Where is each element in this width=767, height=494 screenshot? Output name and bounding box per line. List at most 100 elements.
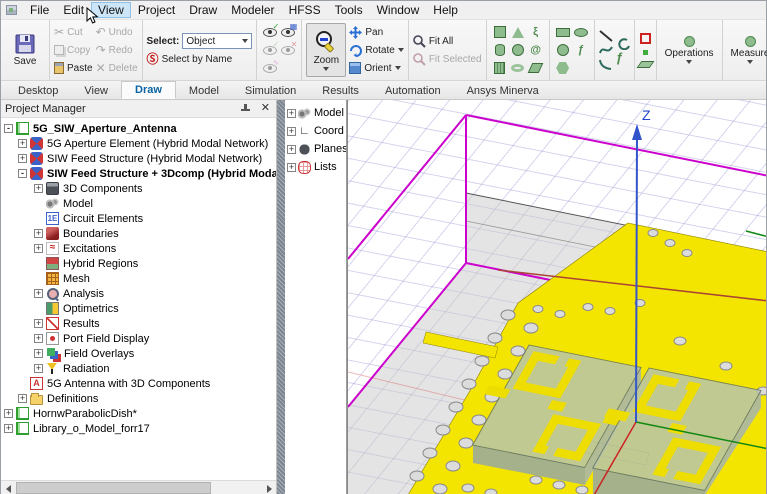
show-visibility-icon[interactable]: ✓ [263, 28, 277, 37]
show-selected-icon[interactable]: ✓ [263, 46, 277, 55]
cut-button[interactable]: ✂Cut [54, 24, 93, 41]
tree-item-excitations[interactable]: +Excitations [1, 241, 276, 256]
tree-item-5g-antenna-report[interactable]: 5G Antenna with 3D Components [1, 376, 276, 391]
tree-item-model[interactable]: Model [1, 196, 276, 211]
draw-sweep-icon[interactable] [528, 63, 544, 73]
tree-item-radiation[interactable]: +Radiation [1, 361, 276, 376]
tab-view[interactable]: View [71, 83, 121, 99]
draw-regular-polyhedron-icon[interactable] [494, 62, 505, 74]
create-plane-icon[interactable] [636, 61, 654, 68]
undo-button[interactable]: ↶Undo [96, 24, 138, 41]
expander[interactable]: + [34, 229, 43, 238]
tab-automation[interactable]: Automation [372, 83, 454, 99]
menu-modeler[interactable]: Modeler [224, 2, 281, 18]
draw-circle-icon[interactable] [557, 44, 569, 56]
draw-cylinder-icon[interactable] [495, 44, 505, 56]
operations-button[interactable]: Operations [661, 36, 718, 64]
menu-edit[interactable]: Edit [56, 2, 91, 18]
expander[interactable]: + [4, 409, 13, 418]
tree-item-hybrid-regions[interactable]: Hybrid Regions [1, 256, 276, 271]
tree-item-results[interactable]: +Results [1, 316, 276, 331]
tab-ansys-minerva[interactable]: Ansys Minerva [454, 83, 552, 99]
draw-spline-icon[interactable] [599, 44, 613, 56]
tree-item-circuit-elements[interactable]: Circuit Elements [1, 211, 276, 226]
draw-regular-polygon-icon[interactable] [556, 62, 569, 74]
expander[interactable]: + [34, 334, 43, 343]
menu-draw[interactable]: Draw [182, 2, 224, 18]
expander[interactable]: + [34, 289, 43, 298]
select-mode-dropdown[interactable]: Object [182, 33, 252, 49]
tab-results[interactable]: Results [309, 83, 372, 99]
redo-button[interactable]: ↷Redo [96, 42, 138, 59]
draw-torus-icon[interactable] [511, 64, 524, 72]
hide-selected-icon[interactable]: ✕ [281, 46, 295, 55]
paste-button[interactable]: Paste [54, 60, 93, 77]
tree-item-optimetrics[interactable]: Optimetrics [1, 301, 276, 316]
draw-arc-icon[interactable] [599, 58, 613, 70]
menu-file[interactable]: File [23, 2, 56, 18]
measure-button[interactable]: Measure [727, 36, 767, 64]
expander[interactable]: + [34, 349, 43, 358]
expander[interactable]: + [34, 364, 43, 373]
draw-spiral-icon[interactable]: @ [530, 45, 541, 56]
tree-item-field-overlays[interactable]: +Field Overlays [1, 346, 276, 361]
visibility-dialog-icon[interactable]: ▦ [281, 28, 295, 37]
draw-sphere-icon[interactable] [512, 44, 524, 56]
tree-item-project[interactable]: -5G_SIW_Aperture_Antenna [1, 121, 276, 136]
hide-visibility-icon[interactable]: ∿ [263, 64, 277, 73]
expander[interactable]: - [4, 124, 13, 133]
modeler-item-model[interactable]: +Model [285, 104, 346, 122]
close-icon[interactable]: ✕ [259, 103, 272, 114]
3d-viewport[interactable]: Z [347, 100, 766, 494]
pin-icon[interactable] [240, 103, 251, 114]
draw-line-icon[interactable] [599, 30, 613, 42]
tab-desktop[interactable]: Desktop [5, 83, 71, 99]
expander[interactable]: + [18, 154, 27, 163]
orient-button[interactable]: Orient [349, 60, 403, 77]
zoom-button[interactable]: Zoom [306, 23, 346, 77]
tree-item-project-library[interactable]: +Library_o_Model_forr17 [1, 421, 276, 436]
fit-selected-button[interactable]: Fit Selected [413, 51, 482, 68]
tree-item-design-3-active[interactable]: -SIW Feed Structure + 3Dcomp (Hybrid Mod… [1, 166, 276, 181]
draw-box-icon[interactable] [494, 26, 506, 38]
project-tree-hscrollbar[interactable] [1, 480, 276, 494]
tab-draw[interactable]: Draw [121, 81, 176, 99]
tree-item-project-horn[interactable]: +HornwParabolicDish* [1, 406, 276, 421]
expander[interactable]: + [34, 184, 43, 193]
expander[interactable]: + [4, 424, 13, 433]
expander[interactable]: + [34, 244, 43, 253]
fit-all-button[interactable]: Fit All [413, 33, 482, 50]
menu-project[interactable]: Project [131, 2, 182, 18]
panel-splitter[interactable] [277, 100, 285, 494]
modeler-item-coord[interactable]: +Coord [285, 122, 346, 140]
tab-simulation[interactable]: Simulation [232, 83, 309, 99]
tree-item-design-2[interactable]: +SIW Feed Structure (Hybrid Modal Networ… [1, 151, 276, 166]
draw-equation-surface-icon[interactable]: ƒ [578, 45, 584, 56]
expander[interactable]: + [34, 319, 43, 328]
draw-ellipse-icon[interactable] [574, 28, 588, 37]
menu-view[interactable]: View [91, 2, 131, 18]
menu-hfss[interactable]: HFSS [282, 2, 328, 18]
draw-rectangle-icon[interactable] [556, 28, 570, 37]
tree-item-boundaries[interactable]: +Boundaries [1, 226, 276, 241]
draw-equation-curve-icon[interactable]: ƒ [616, 52, 630, 63]
draw-helix-icon[interactable]: ξ [533, 27, 538, 38]
tree-item-port-field-display[interactable]: +Port Field Display [1, 331, 276, 346]
scrollbar-thumb[interactable] [16, 482, 211, 494]
draw-cone-icon[interactable] [512, 27, 524, 38]
select-by-name-button[interactable]: ⓈSelect by Name [147, 51, 253, 68]
copy-button[interactable]: Copy [54, 42, 93, 59]
tree-item-definitions[interactable]: +Definitions [1, 391, 276, 406]
create-region-icon[interactable] [640, 33, 651, 44]
create-point-icon[interactable] [643, 50, 648, 55]
expander[interactable]: + [18, 139, 27, 148]
scroll-right-arrow-icon[interactable] [262, 482, 276, 494]
scroll-left-arrow-icon[interactable] [1, 482, 15, 494]
expander[interactable]: + [18, 394, 27, 403]
menu-window[interactable]: Window [370, 2, 427, 18]
tree-item-mesh[interactable]: Mesh [1, 271, 276, 286]
tab-model[interactable]: Model [176, 83, 232, 99]
pan-button[interactable]: Pan [349, 24, 403, 41]
tree-item-analysis[interactable]: +Analysis [1, 286, 276, 301]
modeler-item-lists[interactable]: +Lists [285, 158, 346, 176]
